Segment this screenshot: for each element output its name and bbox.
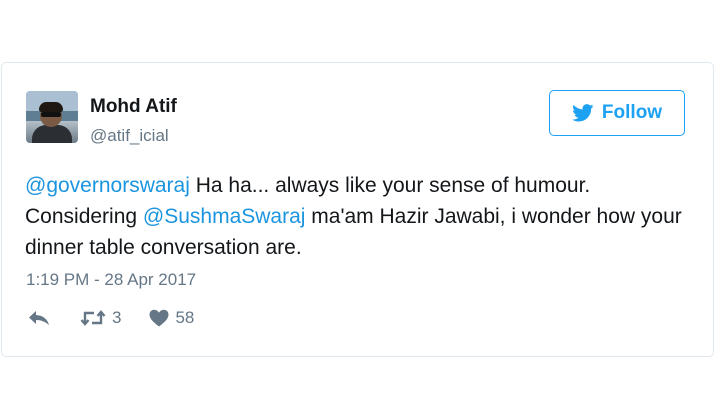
like-count: 58 [175, 308, 195, 327]
tweet-timestamp[interactable]: 1:19 PM - 28 Apr 2017 [26, 270, 196, 290]
follow-button[interactable]: Follow [549, 90, 685, 136]
twitter-bird-icon [572, 104, 594, 122]
tweet-actions: 3 58 [28, 308, 194, 328]
reply-button[interactable] [28, 310, 50, 326]
avatar[interactable] [26, 91, 78, 143]
follow-label: Follow [601, 102, 663, 123]
retweet-icon [80, 309, 106, 327]
tweet-text: @governorswaraj Ha ha... always like you… [25, 170, 695, 263]
reply-arrow-icon [28, 310, 50, 326]
retweet-count: 3 [112, 308, 122, 327]
heart-icon [149, 309, 169, 327]
mention-link[interactable]: @SushmaSwaraj [143, 205, 306, 228]
mention-link[interactable]: @governorswaraj [25, 174, 190, 197]
like-button[interactable]: 58 [149, 308, 194, 328]
author-handle[interactable]: @atif_icial [90, 126, 169, 146]
author-name[interactable]: Mohd Atif [90, 96, 177, 118]
retweet-button[interactable]: 3 [80, 308, 121, 328]
